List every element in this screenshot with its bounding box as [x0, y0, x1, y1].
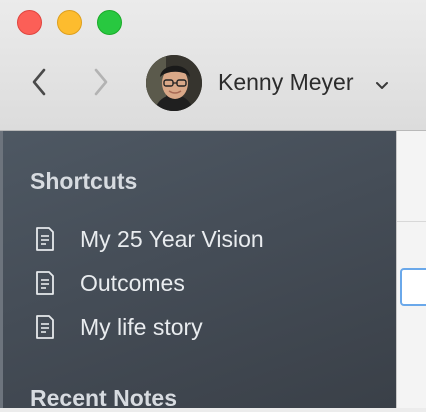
forward-button[interactable]	[86, 66, 116, 98]
shortcut-label: My 25 Year Vision	[80, 225, 264, 252]
chevron-left-icon	[32, 68, 46, 96]
user-avatar[interactable]	[146, 55, 202, 111]
window-titlebar: Kenny Meyer	[0, 0, 426, 131]
shortcut-label: Outcomes	[80, 269, 185, 296]
chevron-right-icon	[94, 68, 108, 96]
shortcut-item[interactable]: My life story	[30, 309, 370, 345]
maximize-window-button[interactable]	[97, 10, 122, 35]
shortcut-item[interactable]: My 25 Year Vision	[30, 221, 370, 257]
focused-input-field[interactable]	[400, 268, 426, 306]
shortcut-label: My life story	[80, 313, 203, 340]
back-button[interactable]	[24, 66, 54, 98]
sidebar: Shortcuts My 25 Year Vision Outcomes My …	[0, 131, 396, 411]
divider	[397, 221, 426, 222]
shortcuts-heading: Shortcuts	[30, 168, 138, 194]
user-name[interactable]: Kenny Meyer	[218, 69, 354, 96]
main-content-edge	[396, 131, 426, 408]
close-window-button[interactable]	[17, 10, 42, 35]
document-icon	[30, 313, 60, 341]
minimize-window-button[interactable]	[57, 10, 82, 35]
shortcut-item[interactable]: Outcomes	[30, 265, 370, 301]
document-icon	[30, 269, 60, 297]
document-icon	[30, 225, 60, 253]
chevron-down-icon[interactable]	[374, 80, 390, 92]
